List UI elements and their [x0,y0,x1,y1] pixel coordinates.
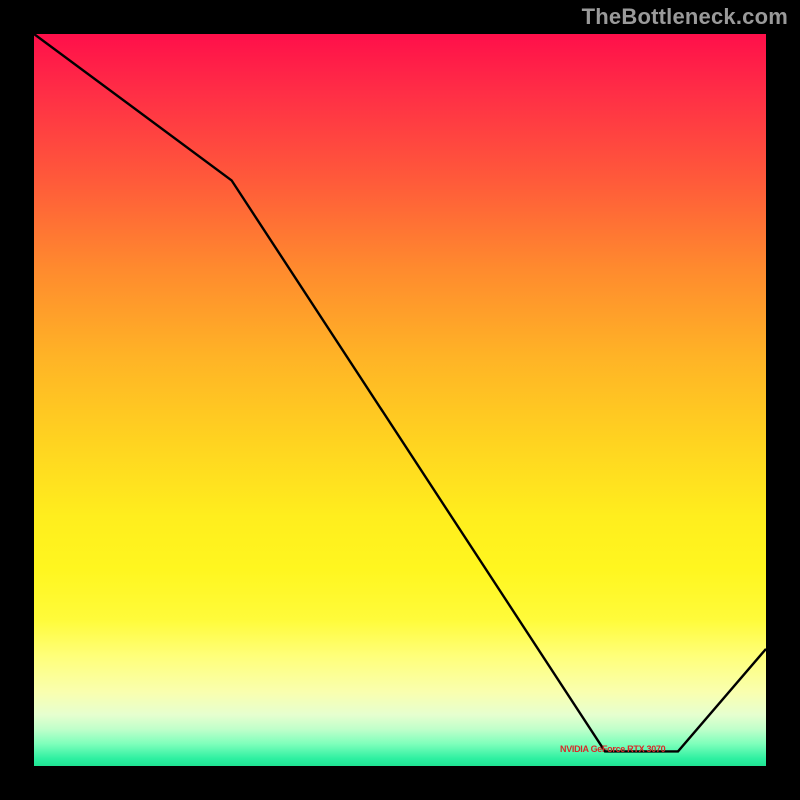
chart-frame: TheBottleneck.com NVIDIA GeForce RTX 307… [0,0,800,800]
watermark-text: TheBottleneck.com [582,4,788,30]
optimal-hardware-annotation: NVIDIA GeForce RTX 3070 [560,744,665,754]
plot-border [32,32,768,768]
